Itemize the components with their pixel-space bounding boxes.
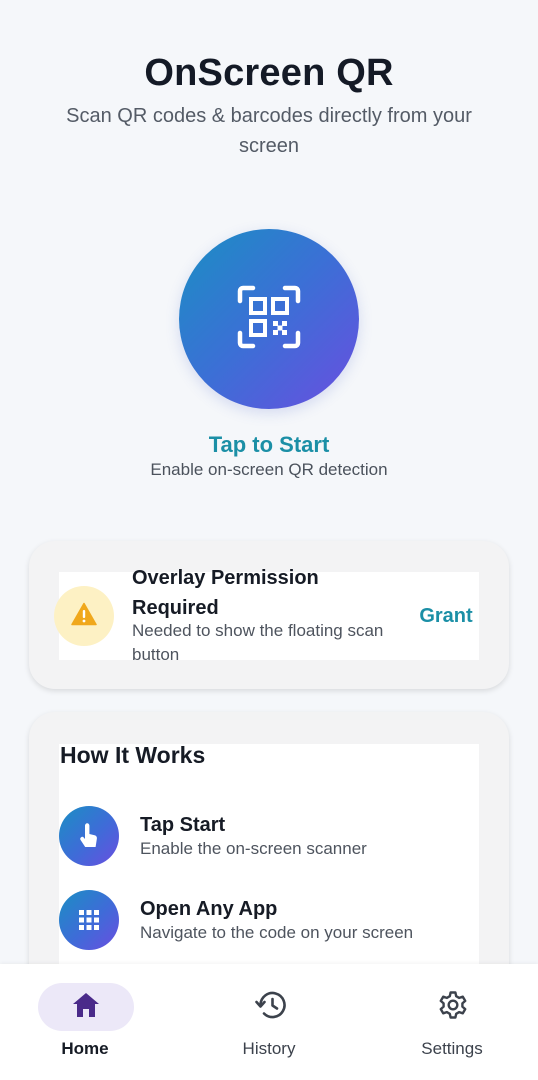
step-item-open-any-app: Open Any App Navigate to the code on you…: [59, 890, 479, 952]
qr-scan-icon: [237, 285, 301, 354]
how-it-works-title: How It Works: [60, 742, 206, 768]
history-icon: [254, 990, 286, 1025]
touch-icon: [59, 806, 119, 866]
nav-item-home[interactable]: Home: [15, 964, 155, 1080]
start-label[interactable]: Tap to Start: [0, 432, 538, 458]
warning-icon: [71, 602, 97, 631]
nav-label-settings: Settings: [421, 1039, 483, 1058]
overlay-permission-card: Overlay Permission Required Needed to sh…: [29, 541, 509, 689]
nav-item-history[interactable]: History: [199, 964, 339, 1080]
home-icon: [71, 991, 101, 1024]
nav-icon-container: [405, 983, 501, 1031]
step-description: Navigate to the code on your screen: [140, 923, 414, 942]
grant-button[interactable]: Grant: [401, 601, 491, 631]
permission-title: Overlay Permission Required: [132, 567, 319, 619]
nav-label-home: Home: [61, 1039, 109, 1058]
start-description: Enable on-screen QR detection: [150, 460, 388, 479]
nav-active-indicator: [38, 983, 134, 1031]
permission-description: Needed to show the floating scan button: [132, 621, 384, 664]
start-scan-button[interactable]: [179, 229, 359, 409]
bottom-navigation: Home History Settings: [0, 964, 538, 1080]
step-item-tap-start: Tap Start Enable the on-screen scanner: [59, 806, 479, 868]
nav-icon-container: [222, 983, 318, 1031]
nav-item-settings[interactable]: Settings: [382, 964, 522, 1080]
step-description: Enable the on-screen scanner: [140, 839, 367, 858]
app-title: OnScreen QR: [144, 52, 394, 94]
warning-icon-badge: [54, 586, 114, 646]
app-subtitle: Scan QR codes & barcodes directly from y…: [66, 105, 472, 157]
step-title: Open Any App: [140, 898, 278, 920]
step-title: Tap Start: [140, 814, 226, 836]
nav-label-history: History: [242, 1039, 296, 1058]
apps-grid-icon: [59, 890, 119, 950]
home-screen: OnScreen QR Scan QR codes & barcodes dir…: [0, 0, 538, 1080]
settings-icon: [438, 990, 468, 1025]
